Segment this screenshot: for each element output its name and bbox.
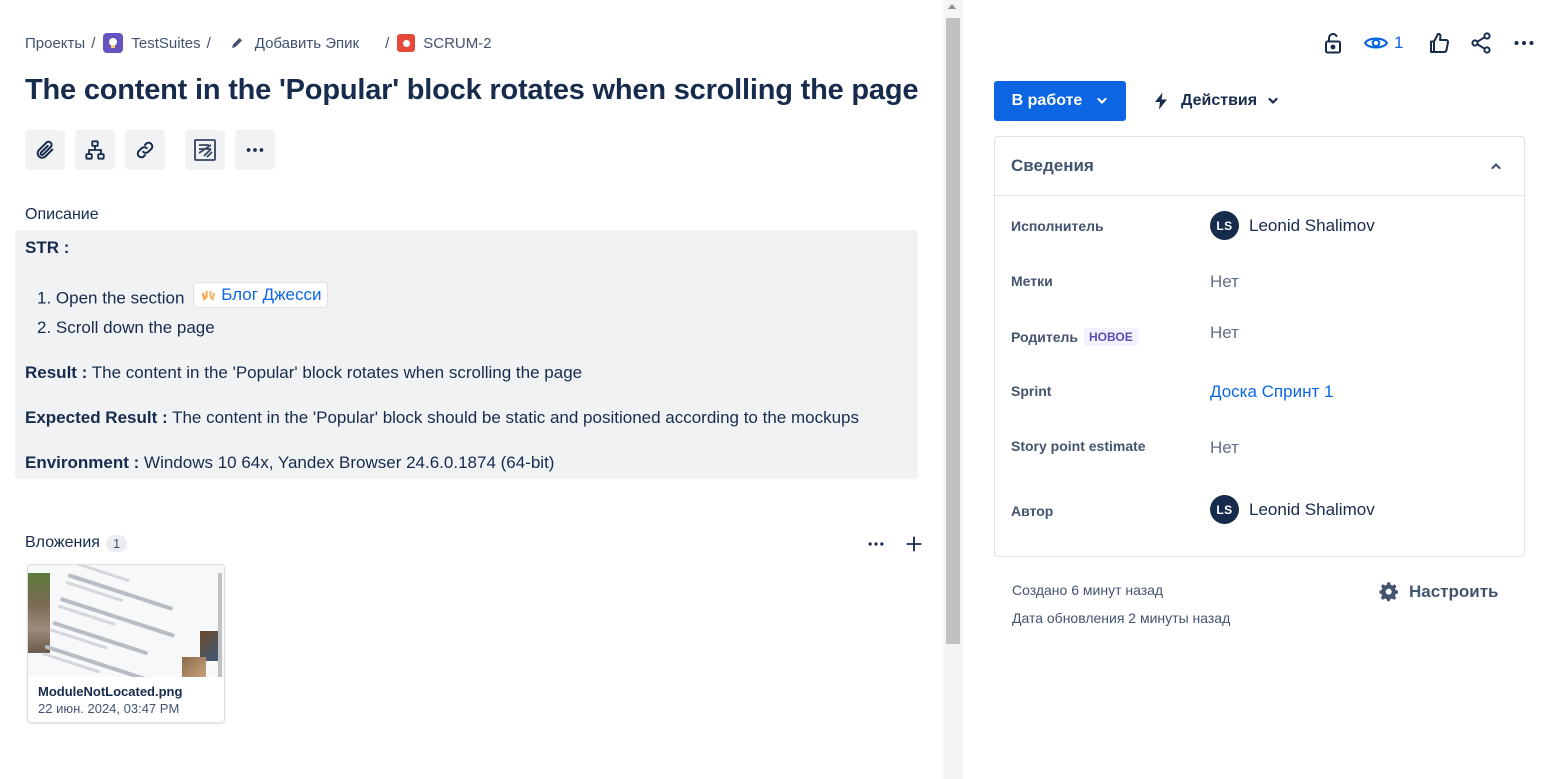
issue-title[interactable]: The content in the 'Popular' block rotat… [25, 74, 918, 107]
more-icon [246, 148, 264, 152]
project-avatar-icon [103, 33, 124, 53]
created-timestamp: Создано 6 минут назад [1012, 582, 1164, 598]
chevron-down-icon [1097, 97, 1107, 105]
details-header[interactable]: Сведения [995, 137, 1524, 196]
description-label: Описание [25, 206, 99, 223]
issue-main-pane: Проекты / TestSuites / Добавить Эпик / S… [0, 0, 943, 779]
attachment-file-date: 22 июн. 2024, 03:47 PM [38, 701, 180, 716]
labels-value[interactable]: Нет [1210, 272, 1239, 292]
parent-label: Родитель НОВОЕ [1011, 328, 1138, 346]
story-points-value[interactable]: Нет [1210, 438, 1239, 458]
share-icon [1471, 32, 1492, 54]
chevron-down-icon [1268, 97, 1278, 105]
issue-header-actions: 1 [1303, 30, 1537, 56]
bug-icon [397, 34, 416, 52]
hands-icon [202, 290, 216, 301]
breadcrumb: Проекты / TestSuites / Добавить Эпик / S… [25, 33, 492, 53]
attach-button[interactable] [25, 130, 65, 170]
story-points-label: Story point estimate [1011, 438, 1146, 454]
details-panel: Сведения Исполнитель LS Leonid Shalimov … [994, 136, 1525, 557]
main-scrollbar[interactable] [943, 0, 963, 779]
attachments-more-button[interactable] [866, 534, 886, 559]
more-actions-header-button[interactable] [1511, 31, 1537, 55]
watch-count: 1 [1394, 33, 1404, 52]
breadcrumb-project-testsuites[interactable]: TestSuites [103, 33, 201, 53]
reporter-value[interactable]: LS Leonid Shalimov [1210, 495, 1375, 524]
more-actions-button[interactable] [235, 130, 275, 170]
result-line: Result : The content in the 'Popular' bl… [25, 363, 583, 382]
paperclip-icon [36, 140, 54, 159]
restrictions-button[interactable] [1321, 31, 1345, 55]
add-attachment-button[interactable] [904, 534, 924, 559]
expected-result-line: Expected Result : The content in the 'Po… [25, 408, 859, 427]
status-dropdown-button[interactable]: В работе [994, 81, 1126, 121]
actions-dropdown-button[interactable]: Действия [1151, 81, 1279, 121]
pencil-icon [227, 33, 247, 53]
unlock-icon [1325, 33, 1341, 54]
more-icon [868, 542, 884, 546]
scroll-thumb[interactable] [946, 18, 960, 644]
avatar: LS [1210, 211, 1239, 240]
attachments-count-badge: 1 [105, 534, 128, 552]
step-1: 1. Open the section Блог Джесси [37, 282, 329, 309]
issue-side-pane: 1 В работе Действия Сведения Исполнитель… [963, 0, 1549, 779]
apps-button[interactable] [185, 130, 225, 170]
scroll-up-arrow-icon[interactable] [948, 4, 956, 9]
hierarchy-icon [85, 140, 105, 160]
sprint-value[interactable]: Доска Спринт 1 [1210, 382, 1333, 402]
breadcrumb-projects[interactable]: Проекты [25, 35, 85, 52]
issue-toolbar [25, 130, 285, 170]
attachments-header: Вложения 1 [25, 534, 128, 552]
step-2: 2. Scroll down the page [37, 318, 215, 337]
labels-label: Метки [1011, 273, 1053, 289]
assignee-label: Исполнитель [1011, 218, 1104, 234]
chevron-up-icon[interactable] [1490, 160, 1502, 172]
reporter-label: Автор [1011, 503, 1054, 519]
vote-button[interactable] [1427, 31, 1451, 55]
link-icon [136, 141, 154, 159]
parent-value[interactable]: Нет [1210, 323, 1239, 343]
environment-line: Environment : Windows 10 64x, Yandex Bro… [25, 453, 555, 472]
attachment-file-name: ModuleNotLocated.png [38, 684, 183, 699]
plus-icon [906, 536, 922, 552]
new-lozenge: НОВОЕ [1084, 328, 1138, 346]
gear-icon [1379, 582, 1398, 602]
thumbs-up-icon [1430, 32, 1450, 53]
eye-icon [1363, 37, 1389, 49]
link-issue-button[interactable] [125, 130, 165, 170]
avatar: LS [1210, 495, 1239, 524]
sprint-label: Sprint [1011, 383, 1052, 399]
watch-button[interactable]: 1 [1363, 30, 1403, 56]
attachment-thumbnail [28, 565, 224, 677]
app-icon [194, 139, 216, 161]
add-epic-button[interactable]: Добавить Эпик [227, 33, 359, 53]
configure-button[interactable]: Настроить [1379, 582, 1499, 602]
attachment-card[interactable]: ModuleNotLocated.png 22 июн. 2024, 03:47… [27, 564, 225, 723]
blog-link-card[interactable]: Блог Джесси [193, 282, 329, 308]
attachments-actions [866, 534, 924, 559]
assignee-value[interactable]: LS Leonid Shalimov [1210, 211, 1375, 240]
description-editor[interactable]: STR : 1. Open the section Блог Джесси 2.… [15, 230, 918, 479]
breadcrumb-issue-key[interactable]: SCRUM-2 [397, 34, 492, 52]
lightning-icon [1155, 92, 1167, 110]
share-button[interactable] [1469, 31, 1493, 55]
str-heading: STR : [25, 238, 70, 257]
updated-timestamp: Дата обновления 2 минуты назад [1012, 610, 1231, 626]
more-icon [1514, 41, 1534, 45]
add-child-button[interactable] [75, 130, 115, 170]
